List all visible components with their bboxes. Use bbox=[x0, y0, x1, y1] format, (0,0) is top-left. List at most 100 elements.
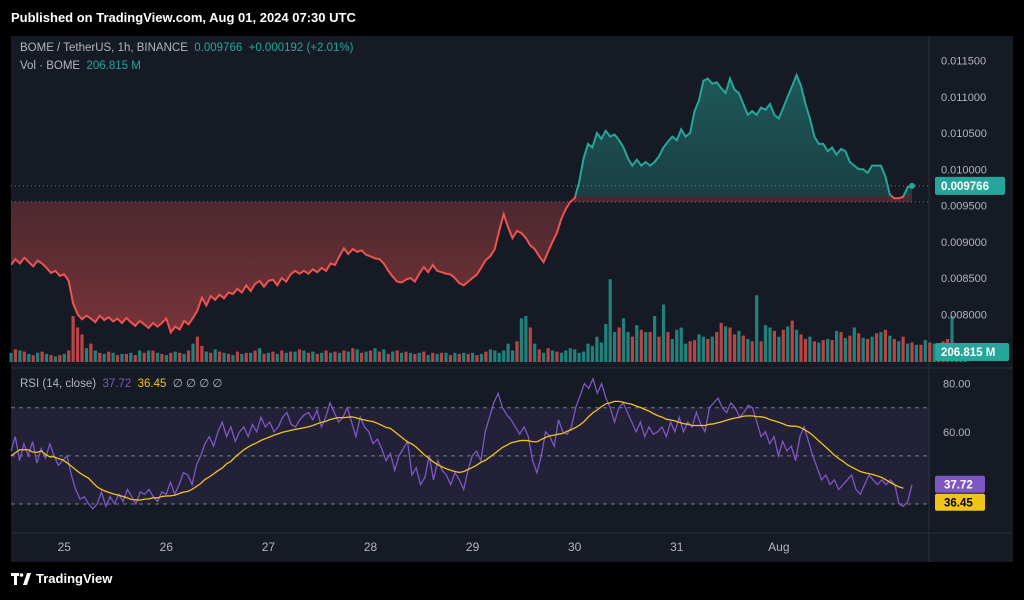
volume-bar bbox=[13, 349, 17, 363]
volume-bar bbox=[719, 322, 723, 362]
volume-bar bbox=[453, 352, 457, 362]
volume-bar bbox=[386, 353, 390, 362]
volume-bar bbox=[582, 351, 586, 362]
volume-bar bbox=[577, 352, 581, 362]
volume-bar bbox=[648, 332, 652, 362]
volume-bar bbox=[244, 352, 248, 362]
vol-value: 206.815 M bbox=[86, 60, 141, 72]
volume-bar bbox=[835, 330, 839, 362]
volume-bar bbox=[457, 353, 461, 362]
volume-bar bbox=[644, 332, 648, 362]
volume-bar bbox=[590, 345, 594, 362]
rsi-extra: ∅ ∅ ∅ ∅ bbox=[172, 378, 223, 390]
rsi-label[interactable]: RSI (14, close) bbox=[20, 378, 96, 390]
price-tick-label: 0.008500 bbox=[941, 273, 987, 285]
volume-bar bbox=[852, 327, 856, 362]
volume-bar bbox=[710, 336, 714, 362]
time-tick-label: 31 bbox=[670, 540, 684, 554]
time-tick-label: Aug bbox=[768, 540, 789, 554]
volume-bar bbox=[737, 330, 741, 362]
price-tick-label: 0.009000 bbox=[941, 237, 987, 249]
volume-bar bbox=[839, 332, 843, 362]
volume-bar bbox=[781, 329, 785, 362]
volume-bar bbox=[795, 329, 799, 362]
volume-bar bbox=[679, 327, 683, 362]
volume-bar bbox=[910, 342, 914, 362]
volume-bar bbox=[866, 339, 870, 362]
volume-bar bbox=[351, 348, 355, 362]
volume-bar bbox=[160, 353, 164, 362]
volume-bar bbox=[115, 355, 120, 362]
volume-bar bbox=[901, 336, 905, 362]
volume-bar bbox=[400, 352, 404, 362]
volume-bar bbox=[373, 348, 377, 362]
volume-bar bbox=[786, 326, 790, 362]
volume-bar bbox=[870, 336, 874, 362]
volume-bar bbox=[213, 349, 217, 363]
volume-bar bbox=[44, 353, 49, 362]
time-tick-label: 27 bbox=[262, 540, 276, 554]
volume-bar bbox=[613, 332, 617, 362]
volume-bar bbox=[142, 352, 146, 362]
volume-bar bbox=[657, 336, 661, 362]
volume-bar bbox=[684, 343, 688, 362]
volume-bar bbox=[497, 352, 501, 362]
chart-svg[interactable]: 0.011500 0.011000 0.010500 0.010000 0.009500… bbox=[0, 0, 1024, 600]
volume-bar bbox=[138, 350, 142, 362]
volume-bar bbox=[333, 351, 337, 362]
volume-bar bbox=[630, 336, 634, 362]
volume-bar bbox=[289, 351, 293, 362]
volume-bar bbox=[861, 337, 865, 363]
rsi-panel bbox=[10, 376, 929, 510]
volume-bar bbox=[62, 353, 66, 362]
volume-bar bbox=[133, 355, 137, 362]
volume-bar bbox=[564, 350, 568, 362]
tradingview-logo[interactable]: TradingView bbox=[11, 571, 112, 586]
volume-bar bbox=[826, 339, 830, 362]
volume-bar bbox=[897, 341, 901, 362]
volume-bar bbox=[595, 336, 599, 362]
volume-bar bbox=[342, 350, 346, 362]
volume-bar bbox=[40, 351, 44, 362]
volume-bar bbox=[408, 352, 413, 362]
rsi-ma-value: 36.45 bbox=[137, 378, 167, 390]
volume-bar bbox=[759, 341, 763, 362]
time-tick-label: 26 bbox=[160, 540, 174, 554]
volume-bar bbox=[231, 355, 235, 362]
volume-bar bbox=[324, 350, 328, 362]
volume-bar bbox=[417, 352, 421, 362]
volume-bar bbox=[395, 350, 399, 362]
volume-bar bbox=[817, 342, 821, 362]
volume-bar bbox=[271, 351, 275, 362]
volume-bar bbox=[182, 353, 186, 362]
volume-bar bbox=[218, 351, 222, 362]
symbol-label[interactable]: BOME / TetherUS, 1h, BINANCE bbox=[20, 42, 188, 54]
volume-bar bbox=[426, 355, 430, 362]
volume-bar bbox=[200, 345, 204, 362]
volume-bar bbox=[275, 353, 279, 362]
volume-bar bbox=[435, 353, 439, 362]
price-tick-label: 0.009500 bbox=[941, 201, 987, 213]
volume-bar bbox=[466, 353, 470, 362]
volume-bar bbox=[533, 343, 537, 362]
price-tick-label: 0.010000 bbox=[941, 164, 987, 176]
brand-label: TradingView bbox=[36, 571, 113, 586]
tradingview-logo-icon bbox=[11, 572, 31, 585]
volume-bar bbox=[692, 340, 697, 362]
volume-bar bbox=[169, 352, 173, 362]
volume-bar bbox=[741, 335, 745, 362]
volume-bar bbox=[129, 352, 133, 362]
volume-bar bbox=[555, 351, 559, 362]
volume-bar bbox=[209, 352, 213, 362]
last-price-label: 0.009766 bbox=[941, 181, 989, 193]
volume-bar bbox=[186, 350, 191, 362]
volume-bar bbox=[515, 341, 519, 362]
vol-label[interactable]: Vol · BOME bbox=[20, 60, 80, 72]
volume-bar bbox=[36, 352, 40, 362]
volume-bar bbox=[471, 352, 475, 362]
volume-bar bbox=[204, 351, 208, 362]
volume-bar bbox=[586, 343, 590, 362]
volume-bar bbox=[76, 327, 80, 362]
price-area bbox=[11, 75, 929, 333]
volume-bar bbox=[879, 332, 883, 362]
